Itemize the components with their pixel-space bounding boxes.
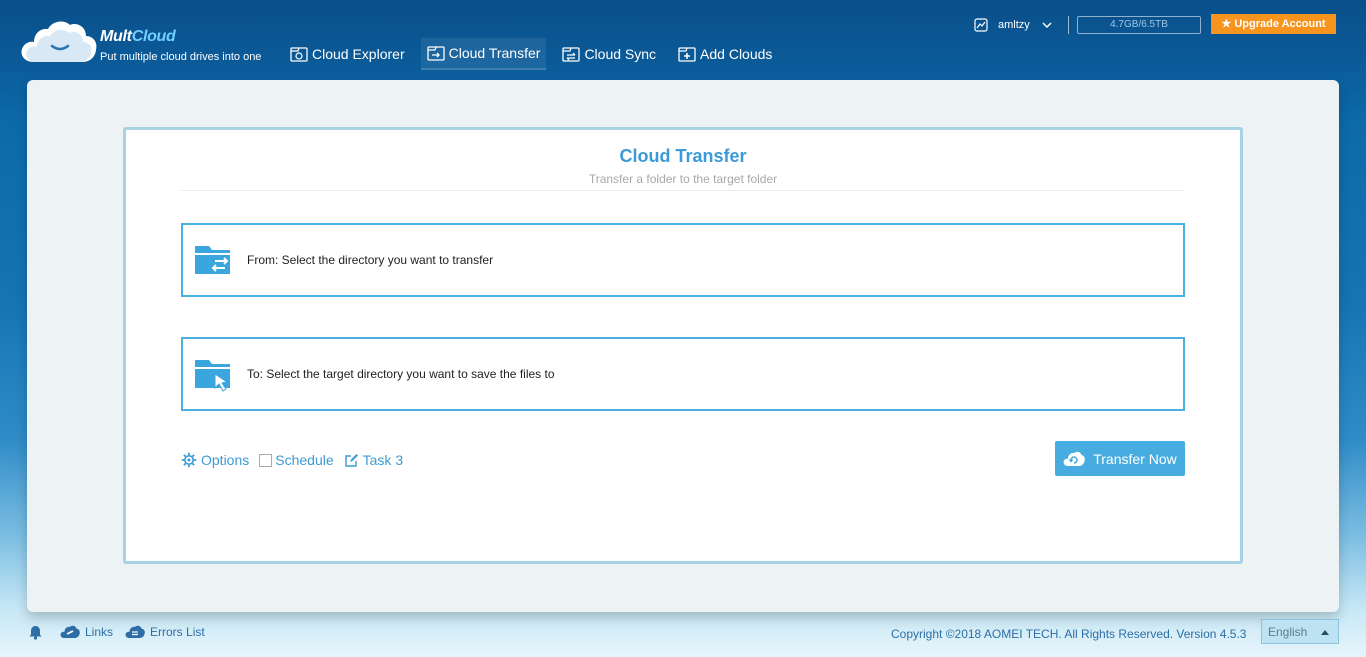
page-subtitle: Transfer a folder to the target folder — [588, 172, 778, 186]
schedule-checkbox[interactable] — [259, 453, 273, 467]
user-menu[interactable]: amltzy — [974, 16, 1052, 34]
options-link[interactable]: Options — [181, 452, 249, 468]
schedule-toggle[interactable]: Schedule — [259, 452, 334, 468]
options-label: Options — [201, 452, 250, 468]
header: MultCloud Put multiple cloud drives into… — [0, 0, 1366, 80]
task-name-link[interactable]: Task 3 — [344, 452, 403, 468]
nav-cloud-transfer[interactable]: Cloud Transfer — [420, 38, 547, 70]
nav-cloud-explorer[interactable]: Cloud Explorer — [284, 38, 411, 70]
transfer-now-button[interactable]: Transfer Now — [1055, 441, 1185, 476]
transfer-now-label: Transfer Now — [1093, 450, 1177, 467]
multcloud-logo[interactable]: MultCloud Put multiple cloud drives into… — [20, 18, 270, 68]
nav-add-clouds[interactable]: Add Clouds — [672, 38, 778, 70]
nav-label: Add Clouds — [700, 46, 773, 62]
user-avatar-icon — [974, 18, 988, 32]
title-divider — [181, 190, 1184, 191]
folder-transfer-icon — [195, 246, 230, 274]
nav-label: Cloud Sync — [584, 46, 657, 62]
edit-icon — [344, 453, 358, 467]
task-name: Task 3 — [362, 452, 404, 468]
gear-icon — [181, 452, 197, 468]
logo-accent: Cloud — [131, 28, 176, 45]
main-panel: Cloud Transfer Transfer a folder to the … — [27, 80, 1339, 612]
footer-links: Links Errors List — [28, 624, 217, 640]
errors-list-label: Errors List — [150, 625, 205, 639]
storage-usage: 4.7GB/6.5TB — [1077, 16, 1201, 34]
bell-icon — [29, 625, 42, 640]
cloud-link-icon — [60, 625, 80, 638]
schedule-label: Schedule — [275, 452, 334, 468]
folder-target-icon — [195, 360, 230, 392]
links-label: Links — [85, 625, 114, 639]
logo-text: MultCloud — [100, 28, 176, 46]
from-directory-selector[interactable]: From: Select the directory you want to t… — [181, 223, 1185, 297]
chevron-down-icon — [1042, 21, 1052, 28]
errors-list-link[interactable]: Errors List — [125, 625, 205, 639]
page-title: Cloud Transfer — [619, 146, 747, 166]
nav-cloud-sync[interactable]: Cloud Sync — [556, 38, 662, 70]
cloud-error-icon — [125, 625, 145, 638]
to-directory-selector[interactable]: To: Select the target directory you want… — [181, 337, 1185, 411]
from-directory-text: From: Select the directory you want to t… — [247, 253, 494, 267]
cloud-sync-icon — [562, 47, 581, 62]
cloud-explorer-icon — [290, 47, 308, 62]
copyright-text: Copyright ©2018 AOMEI TECH. All Rights R… — [891, 627, 1247, 641]
tagline: Put multiple cloud drives into one — [100, 51, 262, 63]
cloud-transfer-icon — [426, 46, 445, 61]
language-select[interactable]: English — [1261, 619, 1339, 644]
cloud-logo-icon — [21, 21, 97, 62]
logo-main: Mult — [100, 28, 132, 45]
header-divider — [1068, 16, 1069, 34]
upgrade-account-button[interactable]: ★ Upgrade Account — [1211, 14, 1336, 34]
cloud-transfer-icon — [1063, 451, 1086, 466]
nav-label: Cloud Explorer — [312, 46, 405, 62]
transfer-card: Cloud Transfer Transfer a folder to the … — [123, 127, 1243, 564]
language-value: English — [1268, 624, 1308, 639]
caret-up-icon — [1321, 630, 1329, 635]
add-clouds-icon — [678, 47, 696, 62]
main-nav: Cloud Explorer Cloud Transfer Cloud Sync — [284, 38, 788, 70]
username: amltzy — [998, 19, 1030, 31]
notifications-button[interactable] — [28, 625, 48, 640]
links-link[interactable]: Links — [60, 625, 113, 639]
to-directory-text: To: Select the target directory you want… — [247, 367, 555, 381]
nav-label: Cloud Transfer — [448, 45, 541, 61]
transfer-options-bar: Options Schedule Task 3 — [181, 450, 413, 470]
